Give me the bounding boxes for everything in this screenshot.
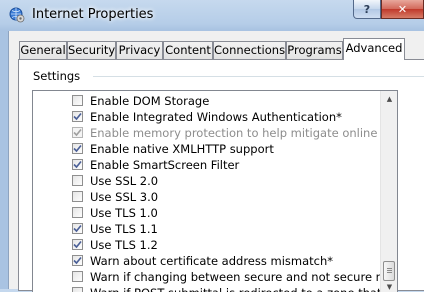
setting-label: Use TLS 1.2	[90, 238, 158, 252]
setting-row[interactable]: Enable SmartScreen Filter	[33, 158, 373, 174]
thumb-grip	[387, 268, 392, 269]
scroll-thumb[interactable]	[383, 261, 395, 281]
close-button[interactable]: ✕	[381, 0, 424, 19]
setting-checkbox[interactable]	[72, 111, 83, 122]
settings-list[interactable]: Enable DOM Storage Enable Integrated Wind…	[32, 90, 398, 292]
setting-row[interactable]: Use TLS 1.0	[33, 206, 373, 222]
setting-checkbox[interactable]	[72, 159, 83, 170]
setting-row[interactable]: Use SSL 3.0	[33, 190, 373, 206]
setting-label: Enable DOM Storage	[90, 94, 210, 108]
setting-checkbox	[72, 127, 83, 138]
setting-row[interactable]: Use TLS 1.1	[33, 222, 373, 238]
setting-row[interactable]: Use SSL 2.0	[33, 174, 373, 190]
setting-checkbox[interactable]	[72, 207, 83, 218]
advanced-panel: Settings Enable DOM Storage Enable Integr…	[18, 59, 424, 292]
title-bar[interactable]: Internet Properties ? ✕	[0, 0, 424, 31]
setting-checkbox[interactable]	[72, 95, 83, 106]
setting-label: Use TLS 1.1	[90, 222, 158, 236]
setting-checkbox[interactable]	[72, 223, 83, 234]
thumb-grip	[387, 270, 392, 271]
scroll-up-arrow-icon[interactable]: ▲	[385, 95, 394, 104]
tab-general[interactable]: General	[19, 41, 67, 59]
tab-content[interactable]: Content	[163, 41, 213, 59]
setting-label: Enable SmartScreen Filter	[90, 158, 240, 172]
group-divider	[93, 76, 424, 77]
thumb-grip	[387, 272, 392, 273]
setting-label: Warn about certificate address mismatch*	[90, 254, 334, 268]
settings-group-label: Settings	[33, 69, 85, 83]
setting-checkbox[interactable]	[72, 255, 83, 266]
tab-privacy[interactable]: Privacy	[116, 41, 163, 59]
window-title: Internet Properties	[32, 7, 154, 22]
setting-row[interactable]: Warn if changing between secure and not …	[33, 270, 397, 286]
setting-label: Warn if changing between secure and not …	[90, 270, 398, 284]
setting-checkbox[interactable]	[72, 239, 83, 250]
tab-security[interactable]: Security	[67, 41, 116, 59]
setting-row[interactable]: Enable Integrated Windows Authentication…	[33, 110, 373, 126]
setting-checkbox[interactable]	[72, 271, 83, 282]
setting-row[interactable]: Enable DOM Storage	[33, 94, 373, 110]
dialog-body: General Security Privacy Content Connect…	[8, 31, 424, 292]
setting-label: Use SSL 2.0	[90, 174, 159, 188]
vertical-scrollbar[interactable]: ▲ ▼	[380, 91, 397, 292]
setting-checkbox[interactable]	[72, 143, 83, 154]
help-button[interactable]: ?	[353, 0, 381, 19]
setting-label: Use SSL 3.0	[90, 190, 159, 204]
scroll-down-arrow-icon[interactable]: ▼	[385, 283, 394, 292]
setting-row[interactable]: Enable memory protection to help mitigat…	[33, 126, 397, 142]
internet-options-icon	[9, 7, 25, 23]
setting-label: Enable native XMLHTTP support	[90, 142, 274, 156]
setting-row[interactable]: Warn if POST submittal is redirected to …	[33, 286, 397, 292]
setting-checkbox[interactable]	[72, 191, 83, 202]
setting-checkbox[interactable]	[72, 175, 83, 186]
setting-row[interactable]: Use TLS 1.2	[33, 238, 373, 254]
setting-checkbox[interactable]	[72, 287, 83, 292]
setting-row[interactable]: Warn about certificate address mismatch*	[33, 254, 373, 270]
tab-connections[interactable]: Connections	[213, 41, 286, 59]
setting-label: Use TLS 1.0	[90, 206, 158, 220]
setting-row[interactable]: Enable native XMLHTTP support	[33, 142, 373, 158]
setting-label: Warn if POST submittal is redirected to …	[90, 286, 397, 292]
setting-label: Enable Integrated Windows Authentication…	[90, 110, 342, 124]
tab-advanced[interactable]: Advanced	[343, 38, 405, 60]
tab-programs[interactable]: Programs	[286, 41, 343, 59]
setting-label: Enable memory protection to help mitigat…	[90, 126, 398, 140]
